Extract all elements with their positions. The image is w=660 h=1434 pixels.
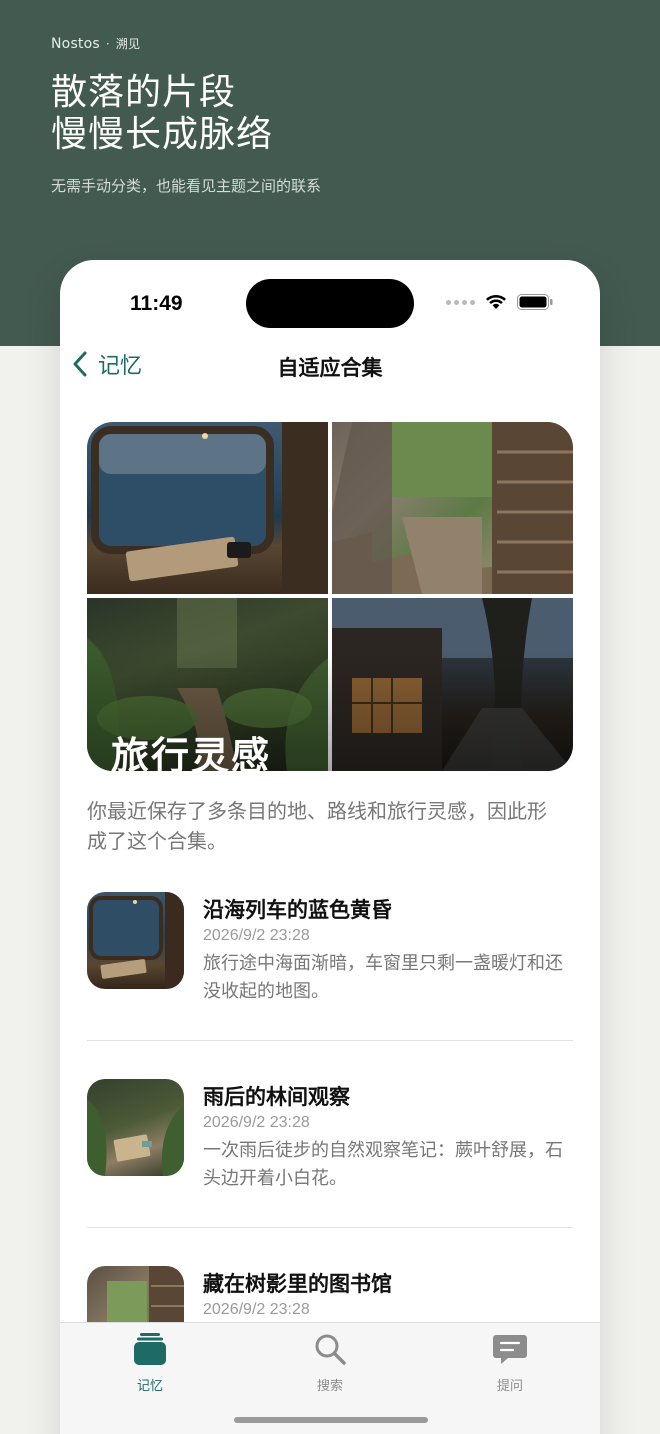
item-body: 旅行途中海面渐暗，车窗里只剩一盏暖灯和还没收起的地图。 <box>203 953 563 1002</box>
item-date: 2026/9/2 23:28 <box>203 1301 310 1318</box>
item-title: 沿海列车的蓝色黄昏 <box>203 898 392 922</box>
tab-ask[interactable]: 提问 <box>450 1331 570 1394</box>
tab-search[interactable]: 搜索 <box>270 1331 390 1394</box>
item-date: 2026/9/2 23:28 <box>203 927 310 944</box>
cover-photo-train-window <box>87 422 328 594</box>
chat-bubble-icon <box>493 1335 527 1364</box>
hero-headline: 散落的片段 慢慢长成脉络 <box>51 72 273 156</box>
collection-cover[interactable]: 旅行灵感 <box>87 422 573 771</box>
item-body: 一次雨后徒步的自然观察笔记：蕨叶舒展，石头边开着小白花。 <box>203 1140 563 1189</box>
list-item[interactable]: 沿海列车的蓝色黄昏 2026/9/2 23:28 旅行途中海面渐暗，车窗里只剩一… <box>87 892 573 1079</box>
brand-line: Nostos · 溯见 <box>51 35 140 52</box>
home-indicator <box>234 1417 428 1423</box>
battery-icon <box>517 294 553 310</box>
search-icon <box>315 1334 346 1365</box>
dynamic-island <box>246 279 414 328</box>
phone-screen: 11:49 记忆 自适应合集 旅行灵感 你最近保存了多条目的地、路线和旅行灵感，… <box>60 260 600 1434</box>
hero-subline: 无需手动分类，也能看见主题之间的联系 <box>51 177 322 195</box>
item-thumbnail <box>87 892 184 989</box>
wifi-icon <box>486 295 506 309</box>
brand-separator: · <box>105 36 110 51</box>
nav-title: 自适应合集 <box>277 356 383 380</box>
headline-line-2: 慢慢长成脉络 <box>51 114 274 155</box>
stack-icon <box>134 1333 166 1365</box>
divider <box>87 1227 573 1228</box>
collection-cover-title: 旅行灵感 <box>111 734 272 771</box>
list-item[interactable]: 雨后的林间观察 2026/9/2 23:28 一次雨后徒步的自然观察笔记：蕨叶舒… <box>87 1079 573 1266</box>
item-title: 雨后的林间观察 <box>203 1085 350 1109</box>
item-title: 藏在树影里的图书馆 <box>203 1272 392 1296</box>
tab-memories[interactable]: 记忆 <box>90 1331 210 1394</box>
brand-name: Nostos <box>51 35 100 52</box>
divider <box>87 1040 573 1041</box>
cellular-dots-icon <box>446 299 475 305</box>
item-thumbnail <box>87 1079 184 1176</box>
item-date: 2026/9/2 23:28 <box>203 1114 310 1131</box>
tab-ask-label: 提问 <box>496 1379 523 1394</box>
brand-name-cn: 溯见 <box>115 37 141 51</box>
collection-description: 你最近保存了多条目的地、路线和旅行灵感，因此形成了这个合集。 <box>87 799 547 853</box>
status-icons <box>446 294 553 310</box>
tab-search-label: 搜索 <box>316 1379 343 1394</box>
cover-photo-stairs <box>332 422 573 594</box>
tab-memories-label: 记忆 <box>136 1379 163 1394</box>
headline-line-1: 散落的片段 <box>51 72 237 113</box>
status-time: 11:49 <box>130 292 183 315</box>
tab-bar: 记忆 搜索 提问 <box>60 1322 600 1434</box>
